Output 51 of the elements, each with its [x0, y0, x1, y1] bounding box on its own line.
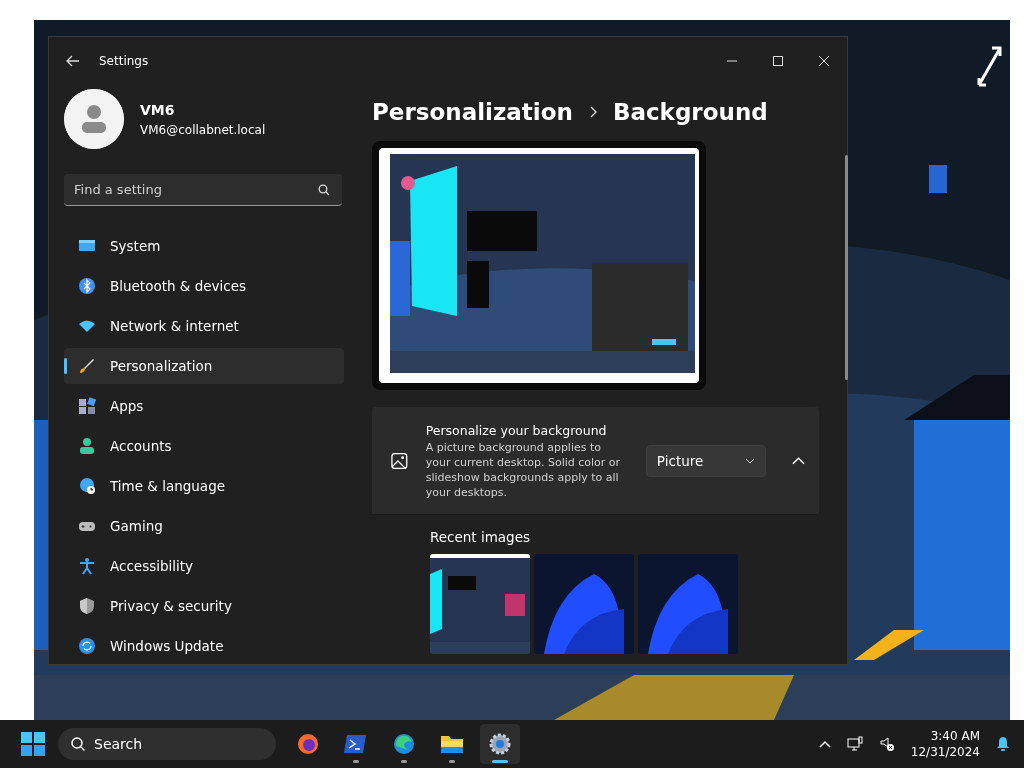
globe-clock-icon	[78, 477, 96, 495]
bell-icon[interactable]	[996, 736, 1010, 752]
window-title: Settings	[99, 53, 149, 70]
caret-icon	[745, 457, 756, 464]
apps-icon	[78, 397, 96, 415]
user-name: VM6	[140, 100, 176, 120]
scrollbar[interactable]	[845, 155, 848, 380]
page-title: Background	[612, 98, 768, 127]
nav-item[interactable]: System	[64, 228, 344, 264]
nav-item[interactable]: Apps	[64, 388, 344, 424]
network-icon[interactable]	[846, 736, 863, 752]
avatar-icon[interactable]	[64, 89, 124, 149]
gear-icon	[488, 732, 512, 756]
update-icon	[78, 637, 96, 655]
collapse-icon[interactable]	[792, 455, 805, 466]
taskbar-search[interactable]: Search	[58, 728, 276, 760]
setting-title: Personalize your background	[425, 421, 608, 440]
nav-item[interactable]: Bluetooth & devices	[64, 268, 344, 304]
brush-icon	[78, 357, 96, 375]
taskbar-app[interactable]	[480, 724, 520, 764]
nav-item[interactable]: Accounts	[64, 428, 344, 464]
breadcrumb-link[interactable]: Personalization	[372, 95, 573, 130]
start-icon[interactable]	[21, 732, 45, 756]
nav-item[interactable]: Privacy & security	[64, 588, 344, 624]
nav-item[interactable]: Accessibility	[64, 548, 344, 584]
expand-arrow-icon	[977, 46, 1002, 87]
nav-item[interactable]: Windows Update	[64, 628, 344, 664]
section-label: Recent images	[430, 528, 532, 548]
image-icon	[391, 451, 408, 470]
search-field[interactable]: Find a setting	[64, 174, 342, 206]
clock-date[interactable]: 12/31/2024	[910, 744, 980, 760]
nav-item[interactable]: Personalization	[64, 348, 344, 384]
nav-item[interactable]: Gaming	[64, 508, 344, 544]
search-icon	[318, 184, 330, 196]
terminal-icon	[344, 732, 368, 756]
background-dropdown[interactable]: Picture	[645, 444, 767, 477]
chevron-icon	[588, 106, 597, 119]
back-icon[interactable]	[66, 55, 80, 67]
accessibility-icon	[78, 557, 96, 575]
shield-icon	[78, 597, 96, 615]
chevron-up-icon[interactable]	[818, 740, 831, 748]
browser-icon	[392, 732, 416, 756]
user-email: VM6@collabnet.local	[140, 121, 266, 139]
muted-speaker-icon[interactable]	[878, 736, 895, 752]
nav-item[interactable]: Time & language	[64, 468, 344, 504]
search-icon	[70, 736, 86, 752]
clock-time[interactable]: 3:40 AM	[910, 728, 980, 744]
setting-description: A picture background applies to your current desktop. Solid color or slideshow backgrounds apply to all your desktops.	[425, 440, 622, 501]
person-icon	[78, 437, 96, 455]
bluetooth-icon	[78, 277, 96, 295]
nav-item[interactable]: Network & internet	[64, 308, 344, 344]
